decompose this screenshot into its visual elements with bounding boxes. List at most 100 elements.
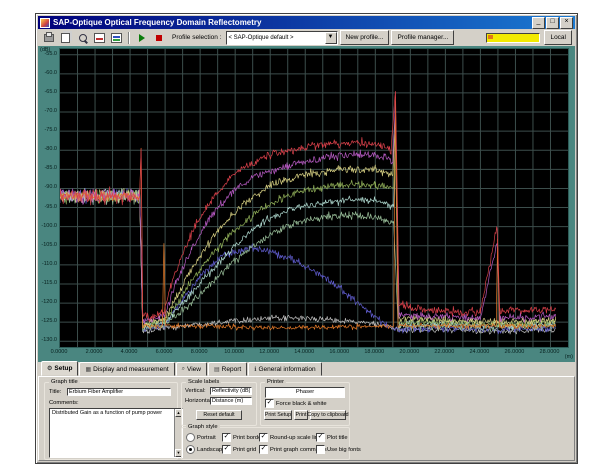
- printer-group: Printer Phaser Force black & white Print…: [260, 382, 350, 426]
- y-tick-label: -60.0: [38, 70, 57, 76]
- copy-icon: [61, 33, 70, 43]
- print-grid-checkbox-row[interactable]: Print grid: [222, 445, 256, 454]
- y-tick-label: -130.0: [38, 337, 57, 343]
- x-axis-unit-label: (m): [565, 354, 573, 360]
- single-graph-button[interactable]: [92, 31, 107, 45]
- title-bar[interactable]: SAP-Optique Optical Frequency Domain Ref…: [38, 16, 575, 29]
- radio-icon[interactable]: [186, 445, 195, 454]
- tab-general-information[interactable]: ℹGeneral information: [248, 362, 321, 376]
- x-tick-label: 8.0000: [184, 349, 214, 355]
- force-bw-label: Force black & white: [276, 401, 327, 407]
- magnifier-icon: ⌕: [182, 366, 185, 373]
- y-tick-label: -125.0: [38, 318, 57, 324]
- x-tick-label: 0.0000: [44, 349, 74, 355]
- graph-title-input[interactable]: [67, 388, 171, 396]
- tab-label: Setup: [54, 365, 72, 372]
- x-tick-label: 10.0000: [219, 349, 249, 355]
- tab-display-and-measurement[interactable]: ▦Display and measurement: [79, 362, 174, 376]
- pump-level-2-trace: [60, 188, 556, 331]
- check-label: Plot title: [327, 435, 348, 441]
- play-icon: [139, 34, 145, 42]
- use-big-fonts-checkbox-row[interactable]: Use big fonts: [316, 445, 361, 454]
- chart-icon: [94, 33, 105, 43]
- force-bw-checkbox-row[interactable]: Force black & white: [265, 399, 327, 408]
- plot-title-checkbox-row[interactable]: Plot title: [316, 433, 348, 442]
- print-button[interactable]: [41, 31, 56, 45]
- y-tick-label: -100.0: [38, 223, 57, 229]
- app-icon: [40, 18, 50, 28]
- y-tick-label: -65.0: [38, 89, 57, 95]
- landscape-radio-row[interactable]: Landscape: [186, 445, 225, 454]
- y-tick-label: -90.0: [38, 184, 57, 190]
- copy-to-clipboard-button[interactable]: Copy to clipboard: [310, 410, 346, 420]
- group-legend: Graph title: [49, 379, 80, 386]
- stop-acquisition-button[interactable]: [151, 31, 166, 45]
- tab-label: General information: [258, 366, 315, 373]
- stop-icon: [156, 35, 162, 41]
- copy-button[interactable]: [58, 31, 73, 45]
- info-icon: ℹ: [254, 366, 256, 373]
- checkbox-icon[interactable]: [316, 433, 325, 442]
- checkbox-icon[interactable]: [222, 445, 231, 454]
- portrait-radio-row[interactable]: Portrait: [186, 433, 216, 442]
- pump-level-3-trace: [60, 128, 556, 330]
- tab-view[interactable]: ⌕View: [176, 362, 207, 376]
- print-setup-button[interactable]: Print Setup: [264, 410, 292, 420]
- pump-level-6-trace: [60, 101, 556, 324]
- vertical-scale-input[interactable]: [210, 387, 252, 395]
- vertical-field-label: Vertical:: [185, 388, 206, 394]
- checkbox-icon[interactable]: [259, 445, 268, 454]
- checkbox-icon[interactable]: [316, 445, 325, 454]
- x-tick-label: 18.0000: [359, 349, 389, 355]
- tab-label: View: [187, 366, 201, 373]
- x-tick-label: 20.0000: [394, 349, 424, 355]
- multi-graph-button[interactable]: [109, 31, 124, 45]
- print-button[interactable]: Print: [294, 410, 308, 420]
- new-profile-button[interactable]: New profile...: [340, 30, 390, 45]
- print-border-checkbox-row[interactable]: Print border: [222, 433, 263, 442]
- profile-select-value: < SAP-Optique default >: [229, 35, 294, 41]
- horizontal-scale-input[interactable]: [210, 397, 252, 405]
- tab-strip: ⚙Setup ▦Display and measurement ⌕View ▤R…: [38, 362, 575, 376]
- portrait-label: Portrait: [197, 435, 216, 441]
- x-tick-label: 6.0000: [149, 349, 179, 355]
- zoom-button[interactable]: [75, 31, 90, 45]
- profile-manager-button[interactable]: Profile manager...: [391, 30, 454, 45]
- horizontal-field-label: Horizontal:: [185, 398, 213, 404]
- group-legend: Scale labels: [186, 379, 221, 386]
- maximize-button[interactable]: □: [546, 17, 559, 29]
- plot-area[interactable]: [59, 48, 569, 348]
- chevron-down-icon[interactable]: ▼: [325, 32, 337, 44]
- checkbox-icon[interactable]: [259, 433, 268, 442]
- tab-setup[interactable]: ⚙Setup: [41, 361, 78, 376]
- magnifier-icon: [79, 34, 87, 42]
- y-tick-label: -80.0: [38, 146, 57, 152]
- checkbox-icon[interactable]: [222, 433, 231, 442]
- noise-floor-trace: [60, 189, 556, 334]
- close-button[interactable]: ×: [560, 17, 573, 29]
- x-tick-label: 24.0000: [464, 349, 494, 355]
- tab-label: Display and measurement: [93, 366, 169, 373]
- y-tick-label: -110.0: [38, 261, 57, 267]
- profile-select[interactable]: < SAP-Optique default > ▼: [226, 31, 338, 45]
- comments-textarea[interactable]: Distributed Gain as a function of pump p…: [49, 408, 183, 458]
- pump-level-4-trace: [60, 134, 556, 329]
- document-icon: ▤: [214, 366, 220, 373]
- local-button[interactable]: Local: [544, 30, 572, 45]
- radio-icon[interactable]: [186, 433, 195, 442]
- profile-selection-label: Profile selection :: [172, 34, 222, 41]
- tab-report[interactable]: ▤Report: [208, 362, 247, 376]
- traces-canvas: [60, 49, 568, 347]
- x-tick-label: 4.0000: [114, 349, 144, 355]
- comments-field-label: Comments:: [49, 400, 79, 406]
- start-acquisition-button[interactable]: [134, 31, 149, 45]
- y-tick-label: -105.0: [38, 242, 57, 248]
- window-title: SAP-Optique Optical Frequency Domain Ref…: [53, 18, 532, 27]
- group-legend: Graph style: [186, 424, 220, 431]
- minimize-button[interactable]: _: [532, 17, 545, 29]
- checkbox-icon[interactable]: [265, 399, 274, 408]
- x-tick-label: 26.0000: [499, 349, 529, 355]
- x-tick-label: 16.0000: [324, 349, 354, 355]
- reset-default-button[interactable]: Reset default: [196, 410, 242, 420]
- acquisition-progress-bar: [486, 33, 540, 43]
